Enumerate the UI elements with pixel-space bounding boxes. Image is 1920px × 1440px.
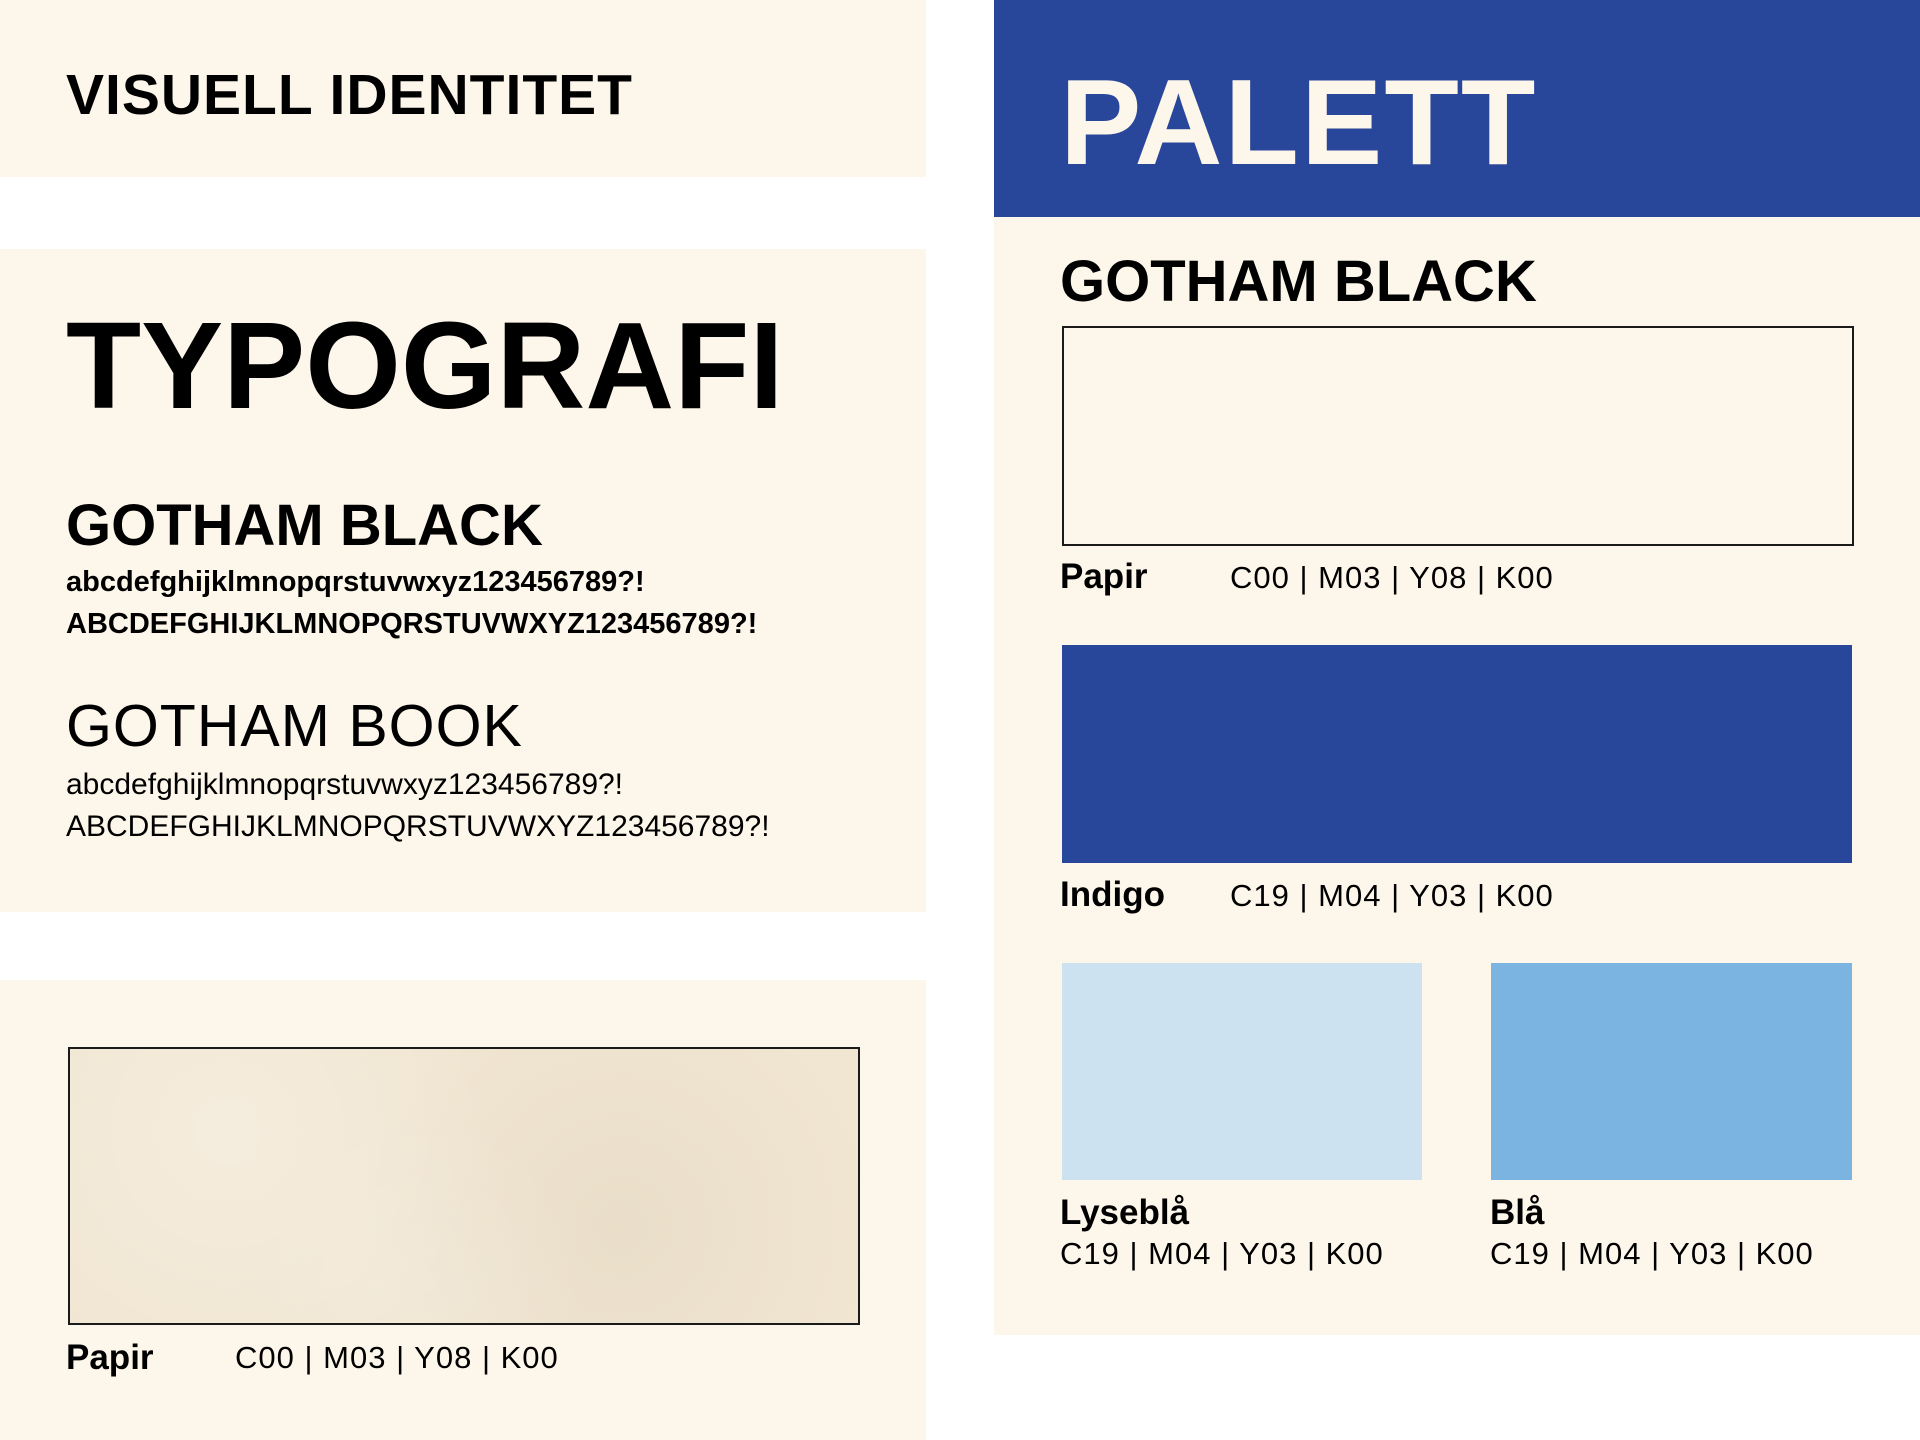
swatch-lysebla-code: C19 | M04 | Y03 | K00 [1060,1236,1384,1271]
gotham-black-lowercase-sample: abcdefghijklmnopqrstuvwxyz123456789?! [66,566,645,598]
paper-label: Papir [66,1338,154,1377]
palett-font-heading: GOTHAM BLACK [1060,249,1537,314]
swatch-indigo-label: Indigo [1060,875,1165,914]
swatch-bla [1491,963,1852,1180]
palett-title: PALETT [1060,54,1538,190]
swatch-bla-code: C19 | M04 | Y03 | K00 [1490,1236,1814,1271]
swatch-lysebla [1062,963,1422,1180]
gotham-book-lowercase-sample: abcdefghijklmnopqrstuvwxyz123456789?! [66,768,624,801]
gotham-black-heading: GOTHAM BLACK [66,493,543,558]
paper-texture-swatch [68,1047,860,1325]
swatch-papir-code: C00 | M03 | Y08 | K00 [1230,560,1554,595]
gotham-black-uppercase-sample: ABCDEFGHIJKLMNOPQRSTUVWXYZ123456789?! [66,608,758,640]
swatch-bla-label: Blå [1490,1193,1545,1232]
swatch-indigo-code: C19 | M04 | Y03 | K00 [1230,878,1554,913]
swatch-indigo [1062,645,1852,863]
swatch-papir-label: Papir [1060,557,1148,596]
gotham-book-uppercase-sample: ABCDEFGHIJKLMNOPQRSTUVWXYZ123456789?! [66,810,770,843]
typografi-title: TYPOGRAFI [66,298,784,435]
swatch-papir [1062,326,1854,546]
swatch-lysebla-label: Lyseblå [1060,1193,1190,1232]
visuell-identitet-title: VISUELL IDENTITET [66,63,633,127]
paper-color-code: C00 | M03 | Y08 | K00 [235,1340,559,1375]
gotham-book-heading: GOTHAM BOOK [66,693,523,759]
